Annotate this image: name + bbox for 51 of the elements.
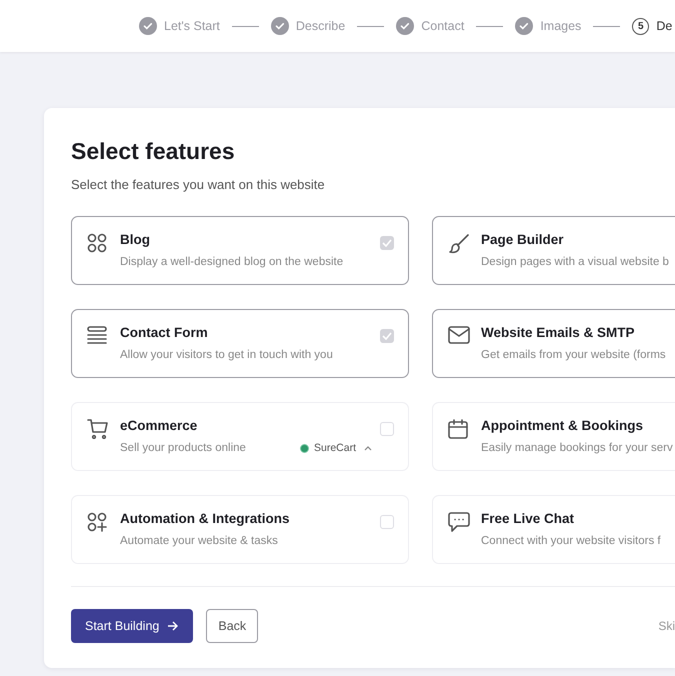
feature-title: Free Live Chat — [481, 511, 576, 526]
arrow-icon — [167, 621, 178, 631]
checkbox[interactable] — [380, 236, 394, 250]
feature-description: Connect with your website visitors f — [481, 535, 661, 547]
feature-title: Appointment & Bookings — [481, 418, 644, 433]
feature-title: Website Emails & SMTP — [481, 325, 636, 340]
step-label: Contact — [421, 19, 464, 33]
feature-description: Allow your visitors to get in touch with you — [120, 349, 333, 361]
feature-card[interactable]: Website Emails & SMTP Get emails from your website (forms — [432, 309, 675, 378]
step-label: Describe — [296, 19, 346, 33]
calendar-icon — [448, 419, 470, 439]
feature-description: Design pages with a visual website b — [481, 256, 669, 268]
subtitle: Select the features you want on this website — [71, 177, 326, 192]
start-building-button[interactable]: Start Building — [71, 609, 194, 643]
chat-icon — [448, 512, 470, 532]
step-label: Let's Start — [164, 19, 220, 33]
feature-card[interactable]: Appointment & Bookings Easily manage bookings for your serv — [432, 402, 675, 471]
checkbox[interactable] — [380, 422, 394, 436]
checkbox[interactable] — [380, 515, 394, 529]
addon-selector[interactable]: SureCart — [300, 442, 372, 454]
feature-description: Sell your products online — [120, 442, 246, 454]
addon-label: SureCart — [314, 442, 356, 454]
feature-card[interactable]: Contact Form Allow your visitors to get in touch with you — [71, 309, 409, 378]
feature-card[interactable]: Automation & Integrations Automate your website & tasks — [71, 495, 409, 564]
feature-description: Easily manage bookings for your serv — [481, 442, 673, 454]
feature-title: eCommerce — [120, 418, 198, 433]
feature-card[interactable]: Free Live Chat Connect with your website visitors f — [432, 495, 675, 564]
feature-title: Blog — [120, 232, 151, 247]
step-number: 5 — [632, 18, 650, 34]
caret-icon — [364, 446, 372, 450]
form-lines-icon — [87, 326, 109, 344]
checkbox[interactable] — [380, 329, 394, 343]
step-label: Images — [540, 19, 582, 33]
page-title: Select features — [71, 137, 236, 165]
back-button[interactable]: Back — [206, 609, 258, 643]
grid-icon — [87, 233, 109, 253]
feature-card[interactable]: Blog Display a well-designed blog on the website — [71, 216, 409, 285]
feature-title: Contact Form — [120, 325, 209, 340]
cart-icon — [87, 419, 109, 439]
feature-title: Page Builder — [481, 232, 565, 247]
brush-icon — [448, 233, 470, 255]
envelope-icon — [448, 326, 470, 344]
feature-description: Automate your website & tasks — [120, 535, 278, 547]
feature-title: Automation & Integrations — [120, 511, 290, 526]
shapes-plus-icon — [87, 512, 109, 532]
logo-icon — [300, 444, 309, 452]
feature-description: Display a well-designed blog on the website — [120, 256, 344, 268]
feature-description: Get emails from your website (forms — [481, 349, 666, 361]
step-label: De — [656, 19, 672, 33]
feature-card[interactable]: eCommerce Sell your products online SureCart — [71, 402, 409, 471]
feature-card[interactable]: Page Builder Design pages with a visual website b — [432, 216, 675, 285]
